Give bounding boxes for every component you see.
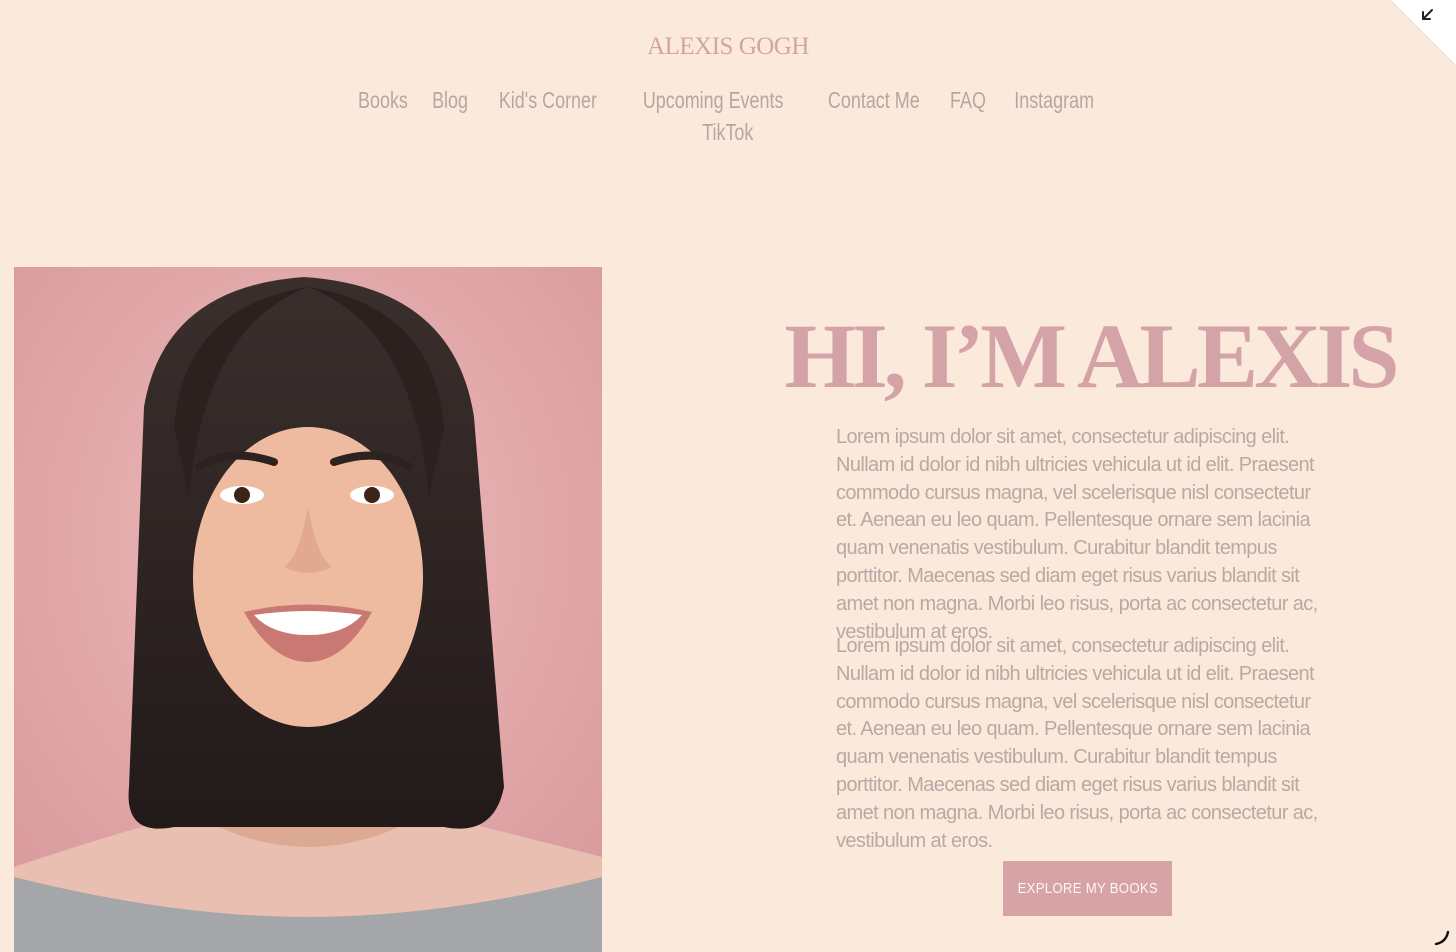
nav-item-blog[interactable]: Blog: [427, 84, 472, 116]
page-corner-fold[interactable]: [1389, 0, 1456, 67]
nav-row-2: TikTok: [0, 116, 1456, 148]
nav-item-tiktok[interactable]: TikTok: [698, 116, 759, 148]
nav-item-upcoming-events[interactable]: Upcoming Events: [638, 84, 788, 116]
resize-handle-icon[interactable]: [1434, 930, 1450, 946]
main-nav: Books Blog Kid's Corner Upcoming Events …: [0, 84, 1456, 148]
resize-handle[interactable]: [1434, 930, 1450, 946]
nav-item-contact-me[interactable]: Contact Me: [823, 84, 924, 116]
site-title[interactable]: ALEXIS GOGH: [0, 33, 1456, 61]
nav-item-faq[interactable]: FAQ: [945, 84, 990, 116]
collapse-arrow-icon[interactable]: [1389, 0, 1456, 67]
explore-books-button[interactable]: EXPLORE MY BOOKS: [1003, 861, 1172, 916]
bio-paragraph-2: Lorem ipsum dolor sit amet, consectetur …: [836, 635, 1318, 852]
explore-books-label: EXPLORE MY BOOKS: [1017, 880, 1158, 897]
bio-paragraph-1: Lorem ipsum dolor sit amet, consectetur …: [836, 426, 1318, 643]
nav-item-instagram[interactable]: Instagram: [1009, 84, 1098, 116]
author-portrait: [14, 267, 602, 952]
nav-row-1: Books Blog Kid's Corner Upcoming Events …: [0, 84, 1456, 116]
nav-item-books[interactable]: Books: [353, 84, 412, 116]
hero-heading: HI, I’M ALEXIS: [784, 305, 1399, 407]
nav-item-kids-corner[interactable]: Kid's Corner: [494, 84, 602, 116]
portrait-image: [14, 267, 602, 952]
